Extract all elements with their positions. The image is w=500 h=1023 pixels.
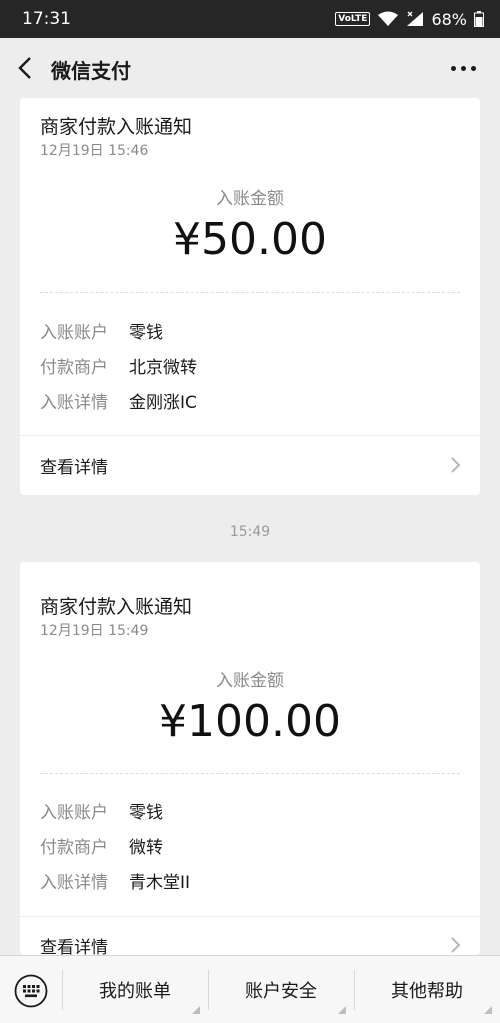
menu-my-bills[interactable]: 我的账单: [62, 956, 208, 1023]
more-dots-icon[interactable]: [451, 66, 476, 71]
info-value: 零钱: [129, 803, 163, 823]
view-details-button[interactable]: 查看详情: [20, 436, 480, 494]
info-label: 付款商户: [40, 358, 108, 378]
chevron-left-icon[interactable]: [14, 54, 38, 82]
menu-label: 账户安全: [245, 981, 317, 1002]
info-label: 入账详情: [40, 873, 108, 893]
card-date: 12月19日 15:49: [40, 623, 149, 639]
info-label: 入账详情: [40, 393, 108, 413]
nav-bar: 微信支付: [0, 38, 500, 98]
amount-label: 入账金额: [216, 671, 284, 691]
info-value: 微转: [129, 838, 163, 858]
info-value: 零钱: [129, 323, 163, 343]
status-bar: 17:31 VoLTE 68%: [0, 0, 500, 38]
info-row: 入账详情 金刚涨IC: [40, 388, 197, 413]
info-row: 付款商户 微转: [40, 833, 163, 858]
view-details-label: 查看详情: [40, 458, 108, 478]
info-value: 金刚涨IC: [129, 393, 197, 413]
info-row: 入账账户 零钱: [40, 798, 163, 823]
page-title: 微信支付: [51, 59, 131, 83]
info-value: 青木堂II: [129, 873, 191, 893]
message-timestamp: 15:49: [229, 524, 271, 540]
keyboard-icon[interactable]: [14, 974, 48, 1008]
submenu-indicator-icon: [484, 1006, 492, 1014]
card-title: 商家付款入账通知: [40, 116, 193, 138]
amount-value: ¥50.00: [173, 214, 327, 265]
info-value: 北京微转: [129, 358, 197, 378]
info-label: 入账账户: [40, 803, 108, 823]
menu-account-security[interactable]: 账户安全: [208, 956, 354, 1023]
info-row: 付款商户 北京微转: [40, 353, 197, 378]
signal-icon: [407, 11, 424, 26]
status-icons: VoLTE 68%: [335, 10, 484, 29]
info-label: 入账账户: [40, 323, 108, 343]
wifi-icon: [378, 11, 399, 26]
info-label: 付款商户: [40, 838, 108, 858]
submenu-indicator-icon: [338, 1006, 346, 1014]
card-title: 商家付款入账通知: [40, 596, 193, 618]
menu-label: 其他帮助: [391, 981, 463, 1002]
battery-icon: [474, 11, 484, 27]
card-date: 12月19日 15:46: [40, 143, 149, 159]
chevron-right-icon: [451, 937, 461, 953]
chevron-right-icon: [451, 457, 461, 473]
menu-other-help[interactable]: 其他帮助: [354, 956, 500, 1023]
amount-label: 入账金额: [216, 189, 284, 209]
submenu-indicator-icon: [192, 1006, 200, 1014]
divider: [40, 773, 460, 774]
message-card: 商家付款入账通知 12月19日 15:49 入账金额 ¥100.00 入账账户 …: [20, 562, 480, 958]
message-card: 商家付款入账通知 12月19日 15:46 入账金额 ¥50.00 入账账户 零…: [20, 98, 480, 495]
amount-value: ¥100.00: [159, 696, 341, 747]
volte-icon: VoLTE: [335, 12, 371, 26]
info-row: 入账账户 零钱: [40, 318, 163, 343]
status-time: 17:31: [22, 9, 71, 29]
info-row: 入账详情 青木堂II: [40, 868, 190, 893]
view-details-button[interactable]: 查看详情: [20, 917, 480, 958]
menu-label: 我的账单: [99, 981, 171, 1002]
battery-percent: 68%: [431, 9, 467, 29]
bottom-menu-bar: 我的账单 账户安全 其他帮助: [0, 955, 500, 1023]
divider: [40, 292, 460, 293]
